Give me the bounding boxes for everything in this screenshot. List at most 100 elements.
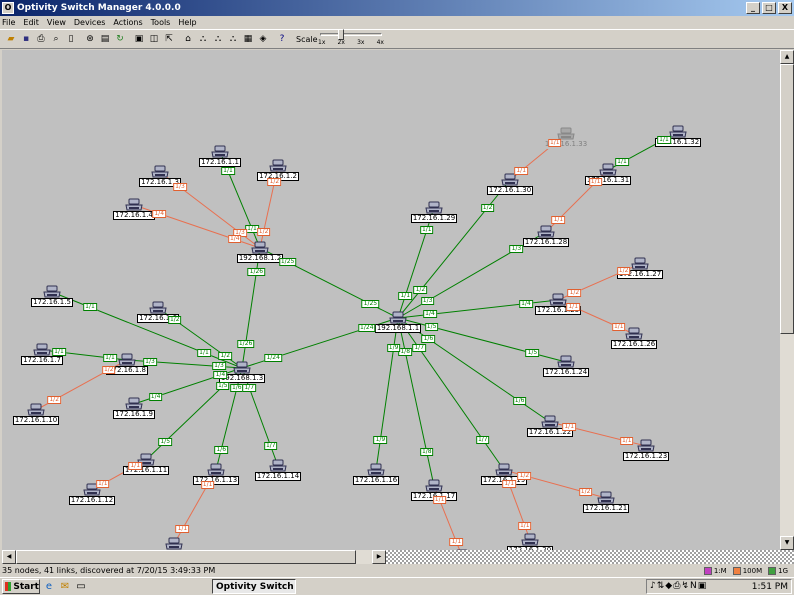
- port-label: 1/6: [214, 445, 229, 454]
- scroll-left-arrow-icon[interactable]: ◀: [2, 550, 16, 564]
- switch-node[interactable]: 172.16.1.13: [186, 463, 246, 485]
- node-label: 172.16.1.1: [199, 158, 241, 167]
- home-icon[interactable]: ⌂: [181, 32, 195, 46]
- system-tray: ♪ ⇅ ◆ ⎙ ↯ N ▣ 1:51 PM: [646, 579, 792, 594]
- switch-node[interactable]: 172.16.1.12: [62, 483, 122, 505]
- switch-icon: [211, 145, 229, 158]
- node-label: 172.16.1.30: [486, 186, 534, 195]
- topology-link[interactable]: [397, 317, 551, 423]
- menu-edit[interactable]: Edit: [23, 18, 39, 27]
- maximize-button[interactable]: □: [762, 2, 776, 14]
- switch-node[interactable]: 172.16.1.28: [516, 225, 576, 247]
- document-icon[interactable]: ▯: [64, 32, 78, 46]
- port-label: 1/2: [616, 267, 631, 276]
- switch-node[interactable]: 172.16.1.33: [536, 127, 596, 149]
- switch-icon: [207, 463, 225, 476]
- node-label: 172.16.1.4: [113, 211, 155, 220]
- switch-node[interactable]: 172.16.1.5: [22, 285, 82, 307]
- volume-icon[interactable]: ♪: [650, 582, 656, 591]
- taskbar-item-optivity[interactable]: Optivity Switch ...: [212, 579, 296, 594]
- save-icon[interactable]: ▪: [19, 32, 33, 46]
- topology-canvas[interactable]: 192.168.1.1 192.168.1.2 192.168.1.3 172.16.…: [2, 50, 780, 550]
- switch-node[interactable]: 172.16.1.24: [536, 355, 596, 377]
- device-icon[interactable]: ▦: [241, 32, 255, 46]
- switch-node[interactable]: 172.16.1.10: [6, 403, 66, 425]
- window-icon[interactable]: ◫: [147, 32, 161, 46]
- help-icon[interactable]: ?: [275, 32, 289, 46]
- outlook-icon[interactable]: ✉: [58, 580, 72, 594]
- refresh-icon[interactable]: ↻: [113, 32, 127, 46]
- switch-node[interactable]: 172.16.1.1: [190, 145, 250, 167]
- menu-file[interactable]: File: [2, 18, 15, 27]
- switch-node[interactable]: 172.16.1.15: [144, 537, 204, 550]
- switch-node[interactable]: 172.16.1.16: [346, 463, 406, 485]
- scroll-right-arrow-icon[interactable]: ▶: [372, 550, 386, 564]
- port-label: 1/7: [263, 442, 278, 451]
- minimize-button[interactable]: _: [746, 2, 760, 14]
- node-label: 172.16.1.5: [31, 298, 73, 307]
- port-label: 1/6: [512, 397, 527, 406]
- menu-devices[interactable]: Devices: [74, 18, 106, 27]
- print-icon[interactable]: ⎙: [34, 32, 48, 46]
- clipboard-icon[interactable]: ▤: [98, 32, 112, 46]
- horizontal-scroll-thumb[interactable]: [16, 550, 356, 564]
- topology-icon[interactable]: ⛬: [226, 32, 240, 46]
- scale-slider[interactable]: 1x 2x 3x 4x: [318, 29, 384, 48]
- switch-node[interactable]: 172.16.1.31: [578, 163, 638, 185]
- port-label: 1/24: [358, 324, 376, 332]
- window-icon[interactable]: ▣: [132, 32, 146, 46]
- update-icon[interactable]: ↯: [681, 582, 689, 591]
- lock-icon[interactable]: ◈: [256, 32, 270, 46]
- network-icon[interactable]: ⇅: [657, 582, 665, 591]
- horizontal-scrollbar[interactable]: ◀ ▶: [2, 550, 386, 564]
- printer-icon[interactable]: ⎙: [673, 582, 680, 591]
- node-label: 172.16.1.16: [352, 476, 400, 485]
- close-button[interactable]: X: [778, 2, 792, 14]
- switch-icon: [118, 353, 136, 366]
- topology-icon[interactable]: ⛬: [211, 32, 225, 46]
- scale-tick: 2x: [337, 39, 345, 46]
- port-label: 1/5: [215, 382, 230, 391]
- scroll-down-arrow-icon[interactable]: ▼: [780, 536, 794, 550]
- desktop-icon[interactable]: ▭: [74, 580, 88, 594]
- switch-node[interactable]: 192.168.1.1: [368, 311, 428, 333]
- ie-icon[interactable]: e: [42, 580, 56, 594]
- port-label: 1/6: [421, 334, 436, 343]
- network-icon[interactable]: ⊛: [83, 32, 97, 46]
- legend-swatch: [768, 566, 777, 575]
- switch-node[interactable]: 172.16.1.30: [480, 173, 540, 195]
- port-label: 1/7: [475, 435, 490, 444]
- open-icon[interactable]: ▰: [4, 32, 18, 46]
- menu-tools[interactable]: Tools: [151, 18, 171, 27]
- security-icon[interactable]: ◆: [665, 582, 672, 591]
- port-label: 1/4: [519, 299, 533, 308]
- start-button[interactable]: Start: [2, 579, 40, 594]
- port-label: 1/2: [101, 366, 116, 374]
- menu-actions[interactable]: Actions: [113, 18, 142, 27]
- export-icon[interactable]: ⇱: [162, 32, 176, 46]
- switch-node[interactable]: 172.16.1.14: [248, 459, 308, 481]
- vertical-scrollbar[interactable]: ▲ ▼: [780, 50, 794, 550]
- clock[interactable]: 1:51 PM: [752, 582, 788, 592]
- topology-icon[interactable]: ⛬: [196, 32, 210, 46]
- network-icon[interactable]: N: [690, 582, 697, 591]
- topology-link[interactable]: [375, 317, 399, 471]
- port-label: 1/8: [419, 448, 434, 457]
- menu-help[interactable]: Help: [178, 18, 196, 27]
- switch-node[interactable]: 172.16.1.29: [404, 201, 464, 223]
- switch-node[interactable]: 172.16.1.20: [500, 533, 560, 550]
- menu-view[interactable]: View: [47, 18, 66, 27]
- scale-tick: 3x: [357, 39, 365, 46]
- switch-icon: [625, 327, 643, 340]
- port-label: 1/1: [398, 292, 413, 300]
- switch-node[interactable]: 172.16.1.11: [116, 453, 176, 475]
- port-label: 1/1: [419, 226, 434, 234]
- port-label: 1/1: [52, 348, 66, 356]
- find-icon[interactable]: ⌕: [49, 32, 63, 46]
- monitor-icon[interactable]: ▣: [698, 582, 707, 591]
- port-label: 1/1: [83, 303, 97, 312]
- scroll-up-arrow-icon[interactable]: ▲: [780, 50, 794, 64]
- topology-link[interactable]: [241, 247, 261, 369]
- port-label: 1/1: [221, 167, 235, 176]
- vertical-scroll-thumb[interactable]: [780, 64, 794, 334]
